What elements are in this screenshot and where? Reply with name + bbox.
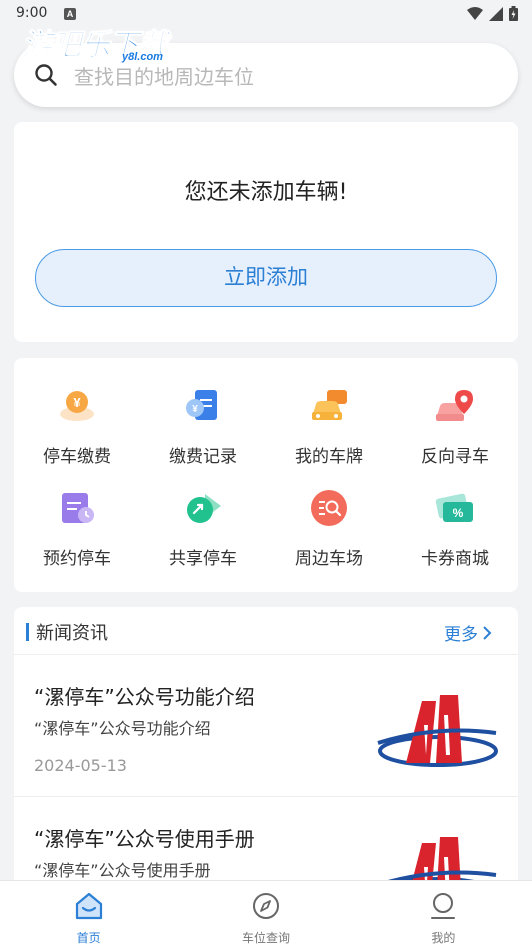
- service-shared-parking[interactable]: 共享停车: [140, 486, 266, 569]
- tab-label: 车位查询: [241, 931, 290, 945]
- vehicle-card: 您还未添加车辆! 立即添加: [14, 122, 518, 342]
- watermark-logo: 游吧乐下载 y8l.com: [22, 20, 192, 70]
- service-label: 预约停车: [43, 549, 111, 569]
- service-nearby-lots[interactable]: 周边车场: [266, 486, 392, 569]
- no-vehicle-message: 您还未添加车辆!: [184, 180, 348, 205]
- compass-icon: [252, 893, 279, 919]
- news-header: 新闻资讯 更多: [14, 607, 518, 655]
- news-card: 新闻资讯 更多 “漯停车”公众号功能介绍 “漯停车”公众号功能介绍 2024-0…: [14, 607, 518, 897]
- service-label: 停车缴费: [43, 447, 111, 467]
- search-list-icon: [311, 490, 347, 526]
- service-label: 反向寻车: [421, 447, 489, 467]
- chevron-right-icon: [483, 625, 492, 640]
- status-time: 9:00: [16, 5, 48, 21]
- service-label: 我的车牌: [295, 447, 363, 467]
- coupon-ticket-icon: %: [435, 493, 473, 522]
- tab-parking-search[interactable]: 车位查询: [177, 881, 354, 947]
- service-label: 卡券商城: [421, 549, 489, 569]
- tab-label: 我的: [431, 931, 456, 945]
- home-icon: [75, 892, 102, 920]
- signal-icon: [489, 6, 503, 21]
- service-label: 周边车场: [295, 549, 363, 569]
- svg-text:¥: ¥: [192, 404, 198, 415]
- news-item-date: 2024-05-13: [34, 756, 127, 775]
- service-my-plates[interactable]: 我的车牌: [266, 384, 392, 467]
- add-vehicle-button[interactable]: 立即添加: [35, 249, 497, 307]
- news-thumbnail-logo: [377, 695, 498, 767]
- user-icon: [431, 893, 456, 919]
- coin-hand-icon: ¥: [60, 391, 94, 421]
- watermark-sub: y8l.com: [122, 51, 163, 63]
- battery-icon: [509, 6, 518, 21]
- calendar-clock-icon: [62, 493, 94, 523]
- services-grid: ¥ 停车缴费 ¥ 缴费记录 我的车牌 反向寻车 预约停车 共享停车 周边车场 %…: [14, 358, 518, 592]
- service-payment-records[interactable]: ¥ 缴费记录: [140, 384, 266, 467]
- news-item-title: “漯停车”公众号功能介绍: [34, 685, 255, 709]
- service-label: 缴费记录: [169, 447, 237, 467]
- svg-text:¥: ¥: [73, 395, 81, 410]
- news-item-title: “漯停车”公众号使用手册: [34, 827, 255, 851]
- service-find-car[interactable]: 反向寻车: [392, 384, 518, 467]
- tab-mine[interactable]: 我的: [355, 881, 532, 947]
- news-accent-bar: [26, 623, 29, 641]
- bottom-tab-bar: 首页 车位查询 我的: [0, 880, 532, 947]
- notification-a-icon: A: [64, 8, 76, 20]
- car-plate-icon: [312, 390, 347, 420]
- wifi-icon: [467, 6, 483, 20]
- clipboard-coin-icon: ¥: [186, 390, 217, 420]
- tab-label: 首页: [76, 931, 101, 945]
- news-more-link[interactable]: 更多: [444, 620, 492, 645]
- service-label: 共享停车: [169, 549, 237, 569]
- news-section-title: 新闻资讯: [36, 623, 108, 644]
- service-reserve-parking[interactable]: 预约停车: [14, 486, 140, 569]
- news-item-desc: “漯停车”公众号功能介绍: [34, 719, 211, 738]
- svg-text:%: %: [453, 506, 464, 520]
- status-icons: [467, 6, 518, 21]
- news-item-desc: “漯停车”公众号使用手册: [34, 861, 211, 880]
- news-more-label: 更多: [444, 625, 478, 645]
- car-location-icon: [436, 390, 473, 421]
- service-coupon-mall[interactable]: % 卡券商城: [392, 486, 518, 569]
- news-item[interactable]: “漯停车”公众号功能介绍 “漯停车”公众号功能介绍 2024-05-13: [14, 655, 518, 797]
- share-tag-icon: [187, 494, 221, 523]
- watermark-text: 游吧乐下载: [22, 28, 169, 64]
- service-parking-payment[interactable]: ¥ 停车缴费: [14, 384, 140, 467]
- tab-home[interactable]: 首页: [0, 881, 177, 947]
